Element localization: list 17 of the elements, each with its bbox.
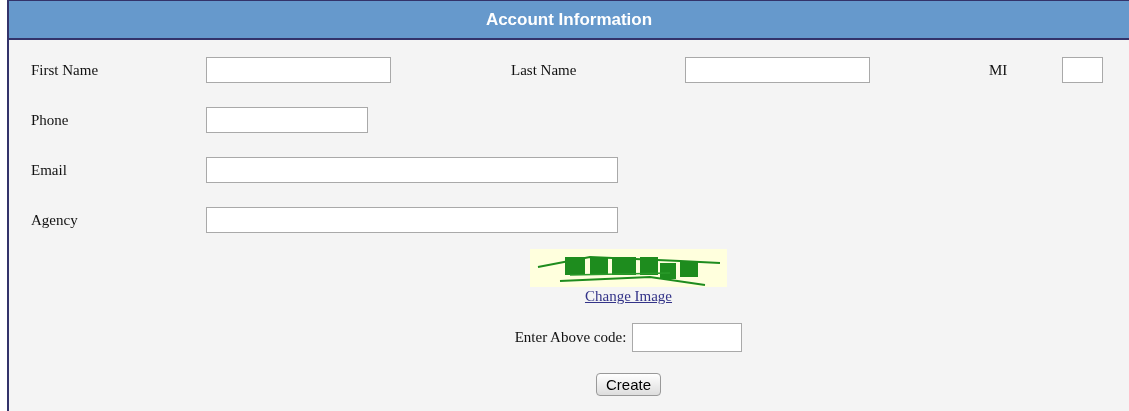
change-image-link[interactable]: Change Image <box>584 287 673 305</box>
text-field[interactable] <box>206 107 368 133</box>
text-field[interactable] <box>685 57 870 83</box>
field-label: Last Name <box>511 61 578 79</box>
code-field[interactable] <box>632 323 743 352</box>
text-field[interactable] <box>1062 57 1103 83</box>
field-label: First Name <box>31 61 100 79</box>
text-field[interactable] <box>206 57 391 83</box>
text-field[interactable] <box>206 157 618 183</box>
panel-title: Account Information <box>485 9 653 30</box>
field-label: Agency <box>31 211 79 229</box>
field-label: MI <box>989 61 1009 79</box>
field-label: Phone <box>31 111 70 129</box>
text-field[interactable] <box>206 207 618 233</box>
field-label: Email <box>31 161 68 179</box>
code-label: Enter Above code: <box>514 329 627 346</box>
create-button[interactable]: Create <box>596 373 661 396</box>
